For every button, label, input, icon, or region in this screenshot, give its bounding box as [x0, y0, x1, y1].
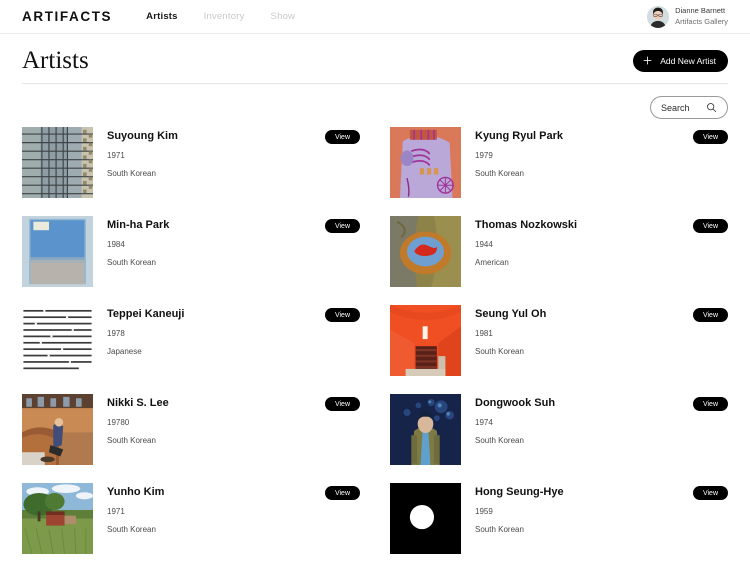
artist-year: 19780 — [107, 418, 130, 428]
page-header: Artists Add New Artist — [0, 34, 750, 73]
artist-year: 1974 — [475, 418, 493, 428]
view-artist-button[interactable]: View — [324, 219, 360, 233]
artist-name: Thomas Nozkowski — [475, 219, 578, 231]
artist-card[interactable]: Min-ha Park 1984 South Korean View — [22, 216, 360, 287]
artist-nationality: South Korean — [475, 169, 524, 179]
artist-details: Nikki S. Lee 19780 South Korean — [107, 394, 311, 445]
search-input[interactable] — [661, 102, 699, 113]
artist-details: Min-ha Park 1984 South Korean — [107, 216, 311, 267]
artist-year: 1944 — [475, 240, 493, 250]
view-artist-button[interactable]: View — [324, 130, 360, 144]
artist-details: Seung Yul Oh 1981 South Korean — [475, 305, 679, 356]
artist-thumbnail — [22, 127, 93, 198]
artist-year: 1959 — [475, 507, 493, 517]
artist-card[interactable]: Nikki S. Lee 19780 South Korean View — [22, 394, 360, 465]
view-artist-button[interactable]: View — [324, 308, 360, 322]
search-icon[interactable] — [706, 102, 717, 113]
artist-details: Hong Seung-Hye 1959 South Korean — [475, 483, 679, 534]
view-artist-button[interactable]: View — [692, 397, 728, 411]
artist-name: Hong Seung-Hye — [475, 486, 564, 498]
artist-year: 1971 — [107, 507, 125, 517]
brand-logo[interactable]: ARTIFACTS — [22, 10, 112, 24]
user-name: Dianne Barnett — [675, 6, 726, 16]
artist-card[interactable]: Kyung Ryul Park 1979 South Korean View — [390, 127, 728, 198]
plus-icon — [643, 56, 652, 65]
artist-grid: Suyoung Kim 1971 South Korean View Kyung… — [22, 127, 728, 554]
artist-year: 1979 — [475, 151, 493, 161]
user-account-menu[interactable]: Dianne Barnett Artifacts Gallery — [647, 5, 728, 28]
artist-name: Seung Yul Oh — [475, 308, 547, 320]
avatar — [647, 5, 670, 28]
view-artist-button[interactable]: View — [324, 486, 360, 500]
artist-year: 1971 — [107, 151, 125, 161]
artist-thumbnail — [390, 394, 461, 465]
artist-nationality: South Korean — [475, 436, 524, 446]
top-navigation-bar: ARTIFACTS Artists Inventory Show Dianne … — [0, 0, 750, 34]
artist-card[interactable]: Thomas Nozkowski 1944 American View — [390, 216, 728, 287]
artist-nationality: South Korean — [107, 169, 156, 179]
artist-thumbnail — [390, 216, 461, 287]
artist-nationality: Japanese — [107, 347, 142, 357]
nav-item-artists[interactable]: Artists — [146, 11, 178, 22]
view-artist-button[interactable]: View — [324, 397, 360, 411]
page-title: Artists — [22, 47, 89, 74]
artist-thumbnail — [22, 305, 93, 376]
artist-details: Thomas Nozkowski 1944 American — [475, 216, 679, 267]
artist-card[interactable]: Seung Yul Oh 1981 South Korean View — [390, 305, 728, 376]
artist-nationality: American — [475, 258, 509, 268]
artist-thumbnail — [22, 394, 93, 465]
artist-year: 1978 — [107, 329, 125, 339]
artist-thumbnail — [390, 305, 461, 376]
artist-details: Teppei Kaneuji 1978 Japanese — [107, 305, 311, 356]
artist-thumbnail — [22, 483, 93, 554]
artist-nationality: South Korean — [107, 258, 156, 268]
artist-details: Suyoung Kim 1971 South Korean — [107, 127, 311, 178]
artist-nationality: South Korean — [107, 525, 156, 535]
add-new-artist-button[interactable]: Add New Artist — [633, 49, 728, 72]
view-artist-button[interactable]: View — [692, 219, 728, 233]
artist-year: 1981 — [475, 329, 493, 339]
nav-item-inventory[interactable]: Inventory — [204, 11, 245, 22]
search-box[interactable] — [650, 96, 728, 119]
artist-name: Kyung Ryul Park — [475, 130, 564, 142]
artist-card[interactable]: Teppei Kaneuji 1978 Japanese View — [22, 305, 360, 376]
artist-name: Yunho Kim — [107, 486, 165, 498]
artist-year: 1984 — [107, 240, 125, 250]
view-artist-button[interactable]: View — [692, 130, 728, 144]
user-organization: Artifacts Gallery — [675, 16, 728, 26]
artist-name: Suyoung Kim — [107, 130, 178, 142]
search-row — [0, 84, 750, 119]
artist-details: Kyung Ryul Park 1979 South Korean — [475, 127, 679, 178]
artist-thumbnail — [390, 127, 461, 198]
artist-card[interactable]: Dongwook Suh 1974 South Korean View — [390, 394, 728, 465]
artist-thumbnail — [22, 216, 93, 287]
main-nav: Artists Inventory Show — [146, 11, 295, 22]
view-artist-button[interactable]: View — [692, 486, 728, 500]
nav-item-show[interactable]: Show — [271, 11, 296, 22]
artist-nationality: South Korean — [107, 436, 156, 446]
artist-details: Yunho Kim 1971 South Korean — [107, 483, 311, 534]
add-new-artist-label: Add New Artist — [660, 55, 716, 66]
artist-thumbnail — [390, 483, 461, 554]
artist-name: Nikki S. Lee — [107, 397, 169, 409]
artist-card[interactable]: Suyoung Kim 1971 South Korean View — [22, 127, 360, 198]
artist-nationality: South Korean — [475, 525, 524, 535]
view-artist-button[interactable]: View — [692, 308, 728, 322]
artist-name: Dongwook Suh — [475, 397, 556, 409]
user-info: Dianne Barnett Artifacts Gallery — [675, 6, 728, 26]
artist-details: Dongwook Suh 1974 South Korean — [475, 394, 679, 445]
artist-name: Min-ha Park — [107, 219, 170, 231]
artist-name: Teppei Kaneuji — [107, 308, 185, 320]
artist-nationality: South Korean — [475, 347, 524, 357]
artist-card[interactable]: Hong Seung-Hye 1959 South Korean View — [390, 483, 728, 554]
artist-card[interactable]: Yunho Kim 1971 South Korean View — [22, 483, 360, 554]
